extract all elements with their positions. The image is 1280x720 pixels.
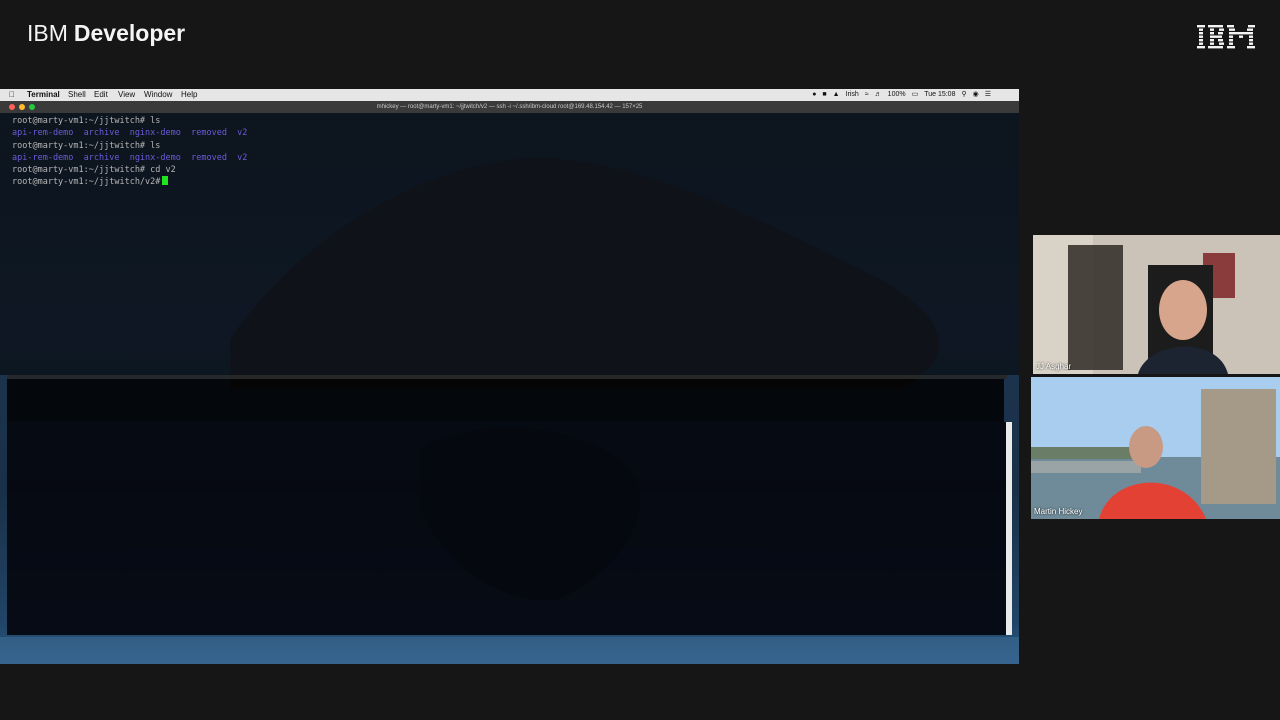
terminal-line: api-rem-demo archive nginx-demo removed … [12,152,248,163]
close-window-icon[interactable] [9,104,15,110]
terminal-lower-pane[interactable] [7,422,1007,635]
wifi-label[interactable]: Irish [846,89,859,101]
zoom-window-icon[interactable] [29,104,35,110]
terminal-line: api-rem-demo archive nginx-demo removed … [12,128,248,139]
camera-icon[interactable]: ■ [822,89,826,101]
terminal-cursor [162,176,169,186]
brand-title: IBM Developer [27,20,185,47]
menubar-status: ● ■ ▲ Irish ≈ ♬ 100% ▭ Tue 15:08 ⚲ ◉ ☰ [812,89,991,101]
terminal-scrollbar[interactable] [1006,422,1012,635]
menu-help[interactable]: Help [181,89,197,101]
window-title: mhickey — root@marty-vm1: ~/jjtwitch/v2 … [376,104,643,110]
status-app2-icon[interactable]: ▲ [833,89,840,101]
participant-video-2[interactable]: Martin Hickey [1031,377,1280,519]
volume-icon[interactable]: ♬ [875,89,882,101]
menu-shell[interactable]: Shell [68,89,86,101]
menu-window[interactable]: Window [144,89,172,101]
spotlight-icon[interactable]: ⚲ [961,89,966,101]
mac-menubar:  Terminal Shell Edit View Window Help ●… [0,89,1019,101]
terminal-prompt: root@marty-vm1:~/jjtwitch/v2# [12,177,161,188]
webcam-feed-2 [1031,377,1280,519]
menu-edit[interactable]: Edit [94,89,108,101]
minimize-window-icon[interactable] [19,104,25,110]
terminal-line: root@marty-vm1:~/jjtwitch# cd v2 [12,165,176,176]
battery-percent[interactable]: 100% [888,89,906,101]
menubar-clock[interactable]: Tue 15:08 [924,89,955,101]
participant-name: Martin Hickey [1034,507,1083,516]
window-controls [9,104,35,110]
shared-screen:  Terminal Shell Edit View Window Help ●… [0,89,1019,664]
notification-center-icon[interactable]: ☰ [985,89,991,101]
terminal-output: root@marty-vm1:~/jjtwitch# ls api-rem-de… [12,115,247,189]
participant-video-1[interactable]: JJ Asghar [1033,235,1280,374]
terminal-line: root@marty-vm1:~/jjtwitch# ls [12,116,161,126]
apple-icon[interactable]:  [9,89,15,101]
terminal-line: root@marty-vm1:~/jjtwitch# ls [12,140,161,151]
menu-view[interactable]: View [118,89,135,101]
webcam-feed-1 [1033,235,1280,374]
status-app-icon[interactable]: ● [812,89,816,101]
terminal-titlebar[interactable]: mhickey — root@marty-vm1: ~/jjtwitch/v2 … [0,101,1019,113]
battery-icon[interactable]: ▭ [912,89,919,101]
split-bar [7,379,1004,422]
terminal-prompt-line: root@marty-vm1:~/jjtwitch/v2# [12,176,247,188]
brand-developer: Developer [73,20,186,46]
terminal-pane[interactable]: root@marty-vm1:~/jjtwitch# ls api-rem-de… [0,113,1019,375]
wifi-icon[interactable]: ≈ [865,89,869,101]
menu-terminal[interactable]: Terminal [27,89,60,101]
ibm-logo [1197,25,1255,49]
brand-ibm: IBM [27,20,68,46]
siri-icon[interactable]: ◉ [973,89,979,101]
participant-name: JJ Asghar [1036,362,1072,371]
